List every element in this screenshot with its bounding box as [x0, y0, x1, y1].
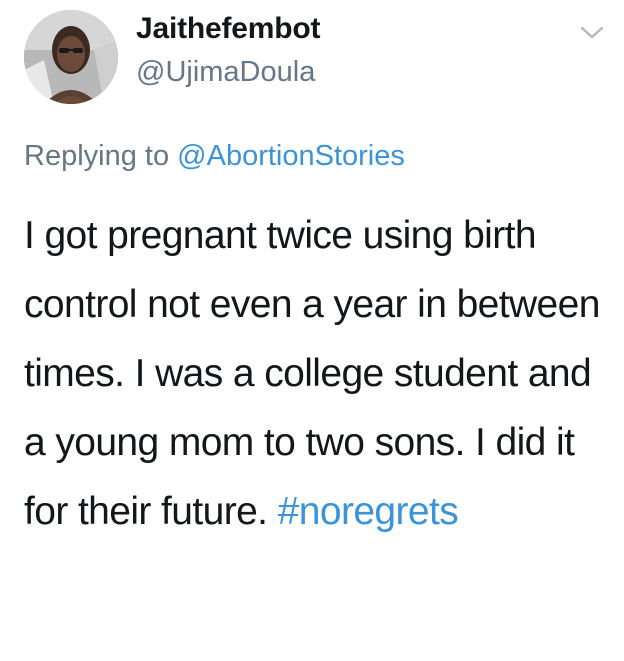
- tweet-card: Jaithefembot @UjimaDoula Replying to @Ab…: [0, 0, 624, 661]
- avatar[interactable]: [24, 10, 118, 104]
- tweet-body: I got pregnant twice using birth control…: [24, 214, 600, 533]
- replying-to: Replying to @AbortionStories: [24, 140, 405, 173]
- hashtag-link[interactable]: #noregrets: [278, 490, 459, 533]
- replying-to-label: Replying to: [24, 140, 170, 172]
- avatar-photo: [24, 10, 118, 104]
- chevron-down-icon[interactable]: [578, 22, 606, 42]
- display-name[interactable]: Jaithefembot: [136, 12, 320, 46]
- tweet-text: I got pregnant twice using birth control…: [24, 201, 609, 546]
- user-handle[interactable]: @UjimaDoula: [136, 56, 315, 89]
- reply-mention-link[interactable]: @AbortionStories: [177, 140, 405, 172]
